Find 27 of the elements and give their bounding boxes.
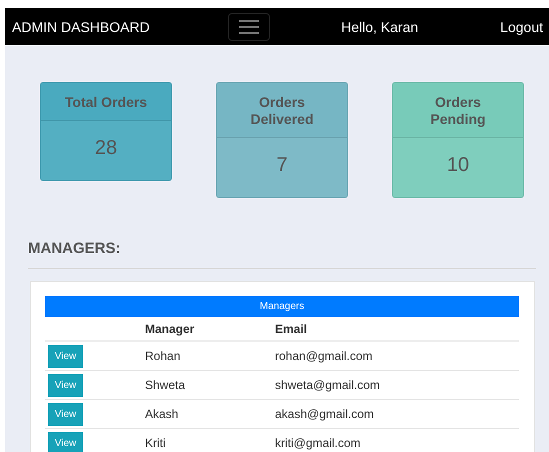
- card-title: Orders Pending: [393, 83, 523, 138]
- view-button[interactable]: View: [48, 432, 83, 452]
- card-title: Total Orders: [41, 83, 171, 121]
- card-value: 10: [446, 154, 470, 176]
- table-cell-text: Rohan: [145, 349, 182, 363]
- menu-icon: [239, 20, 259, 34]
- column-header: Manager: [145, 322, 196, 336]
- card-value: 28: [94, 137, 118, 159]
- view-button[interactable]: View: [48, 402, 83, 426]
- menu-button[interactable]: [228, 12, 270, 40]
- logout-link[interactable]: Logout: [500, 18, 543, 34]
- card-title: Orders Delivered: [217, 83, 347, 138]
- view-button[interactable]: View: [48, 374, 83, 396]
- table-cell-text: rohan@gmail.com: [275, 349, 374, 363]
- table-cell-text: Akash: [145, 407, 180, 421]
- table-cell-text: kriti@gmail.com: [275, 436, 362, 450]
- table-caption: Managers: [45, 296, 519, 317]
- table-cell-text: shweta@gmail.com: [275, 378, 381, 392]
- card-value: 7: [276, 154, 288, 176]
- greeting-text: Hello, Karan: [341, 18, 418, 34]
- brand-title[interactable]: ADMIN DASHBOARD: [12, 18, 228, 34]
- table-cell-text: akash@gmail.com: [275, 407, 375, 421]
- table-cell-text: Shweta: [145, 378, 186, 392]
- section-title: MANAGERS:: [28, 240, 120, 257]
- table-cell-text: Kriti: [145, 436, 167, 450]
- view-button[interactable]: View: [48, 344, 83, 368]
- column-header: Email: [275, 322, 308, 336]
